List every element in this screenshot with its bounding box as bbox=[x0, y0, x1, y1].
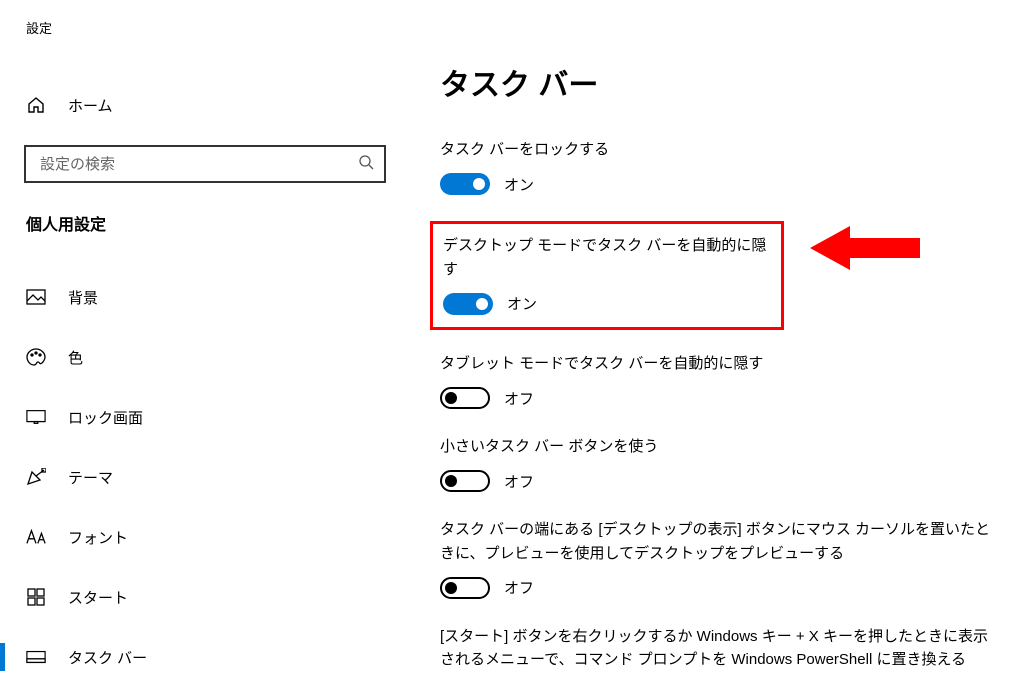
sidebar-nav: 背景 色 ロック画面 bbox=[0, 277, 410, 675]
search-icon bbox=[358, 154, 374, 174]
setting-label: デスクトップ モードでタスク バーを自動的に隠す bbox=[443, 234, 767, 281]
setting-powershell-replace: [スタート] ボタンを右クリックするか Windows キー + X キーを押し… bbox=[440, 625, 990, 675]
page-title: タスク バー bbox=[440, 60, 990, 104]
toggle-state: オン bbox=[504, 174, 534, 195]
font-icon bbox=[26, 529, 46, 545]
setting-label: [スタート] ボタンを右クリックするか Windows キー + X キーを押し… bbox=[440, 625, 990, 672]
sidebar-item-fonts[interactable]: フォント bbox=[0, 517, 410, 557]
toggle-lock-taskbar[interactable] bbox=[440, 173, 490, 195]
search-input-wrap[interactable] bbox=[24, 145, 386, 183]
sidebar-item-lockscreen[interactable]: ロック画面 bbox=[0, 397, 410, 437]
toggle-small-buttons[interactable] bbox=[440, 470, 490, 492]
sidebar-section-heading: 個人用設定 bbox=[0, 211, 410, 235]
toggle-autohide-desktop[interactable] bbox=[443, 293, 493, 315]
sidebar-item-label: タスク バー bbox=[68, 647, 147, 668]
sidebar-item-label: 背景 bbox=[68, 287, 98, 308]
sidebar-item-label: テーマ bbox=[68, 467, 113, 488]
window-title: 設定 bbox=[0, 0, 410, 37]
palette-icon bbox=[26, 348, 46, 366]
setting-label: タスク バーをロックする bbox=[440, 138, 990, 161]
start-icon bbox=[26, 588, 46, 606]
home-icon bbox=[26, 95, 46, 115]
settings-sidebar: 設定 ホーム 個人用設定 bbox=[0, 0, 410, 675]
setting-autohide-desktop: デスクトップ モードでタスク バーを自動的に隠す オン bbox=[443, 234, 767, 315]
setting-label: タスク バーの端にある [デスクトップの表示] ボタンにマウス カーソルを置いた… bbox=[440, 518, 990, 565]
setting-lock-taskbar: タスク バーをロックする オン bbox=[440, 138, 990, 195]
sidebar-item-colors[interactable]: 色 bbox=[0, 337, 410, 377]
sidebar-home-label: ホーム bbox=[68, 95, 113, 116]
toggle-state: オン bbox=[507, 293, 537, 314]
setting-small-buttons: 小さいタスク バー ボタンを使う オフ bbox=[440, 435, 990, 492]
highlight-box: デスクトップ モードでタスク バーを自動的に隠す オン bbox=[430, 221, 784, 330]
sidebar-item-label: ロック画面 bbox=[68, 407, 143, 428]
sidebar-item-themes[interactable]: テーマ bbox=[0, 457, 410, 497]
sidebar-item-background[interactable]: 背景 bbox=[0, 277, 410, 317]
toggle-autohide-tablet[interactable] bbox=[440, 387, 490, 409]
search-input[interactable] bbox=[38, 155, 358, 174]
sidebar-home[interactable]: ホーム bbox=[0, 87, 410, 123]
settings-main: タスク バー タスク バーをロックする オン デスクトップ モードでタスク バー… bbox=[410, 0, 1020, 675]
lockscreen-icon bbox=[26, 409, 46, 425]
sidebar-item-label: スタート bbox=[68, 587, 128, 608]
sidebar-item-label: フォント bbox=[68, 527, 128, 548]
sidebar-item-label: 色 bbox=[68, 347, 83, 368]
setting-label: 小さいタスク バー ボタンを使う bbox=[440, 435, 990, 458]
setting-peek-desktop: タスク バーの端にある [デスクトップの表示] ボタンにマウス カーソルを置いた… bbox=[440, 518, 990, 599]
setting-autohide-tablet: タブレット モードでタスク バーを自動的に隠す オフ bbox=[440, 352, 990, 409]
toggle-state: オフ bbox=[504, 577, 534, 598]
sidebar-item-start[interactable]: スタート bbox=[0, 577, 410, 617]
taskbar-icon bbox=[26, 650, 46, 664]
toggle-state: オフ bbox=[504, 388, 534, 409]
sidebar-item-taskbar[interactable]: タスク バー bbox=[0, 637, 410, 675]
toggle-state: オフ bbox=[504, 471, 534, 492]
picture-icon bbox=[26, 289, 46, 305]
arrow-annotation bbox=[810, 218, 920, 282]
theme-icon bbox=[26, 468, 46, 486]
setting-label: タブレット モードでタスク バーを自動的に隠す bbox=[440, 352, 990, 375]
toggle-peek-desktop[interactable] bbox=[440, 577, 490, 599]
